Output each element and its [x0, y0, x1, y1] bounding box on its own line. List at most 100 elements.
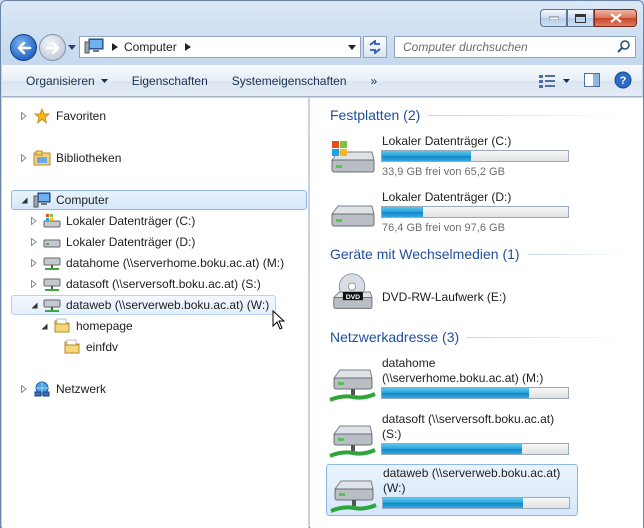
star-icon: [33, 108, 51, 124]
organize-menu[interactable]: Organisieren: [2, 66, 120, 96]
nav-homepage[interactable]: homepage: [39, 316, 133, 336]
usage-bar-fill: [383, 498, 523, 508]
explorer-window: Computer Organisieren Eigenschaften Syst…: [0, 0, 644, 528]
system-drive-icon: [331, 141, 375, 173]
expand-arrow-icon[interactable]: [19, 384, 29, 394]
minimize-button[interactable]: [540, 9, 567, 27]
usage-bar-fill: [382, 444, 522, 454]
mouse-pointer-icon: [272, 310, 286, 330]
network-tile-datahome[interactable]: datahome (\\serverhome.boku.ac.at) (M:): [326, 354, 578, 404]
chevron-down-icon: [348, 44, 356, 50]
back-button[interactable]: [10, 34, 37, 61]
maximize-button[interactable]: [567, 9, 594, 27]
close-button[interactable]: [594, 9, 637, 27]
address-bar[interactable]: Computer: [79, 36, 361, 58]
search-icon: [617, 39, 631, 56]
refresh-icon: [369, 40, 381, 54]
nav-datasoft[interactable]: datasoft (\\serversoft.boku.ac.at) (S:): [29, 274, 261, 294]
expand-arrow-icon[interactable]: [29, 216, 39, 226]
network-drive-icon: [43, 297, 61, 313]
expand-arrow-icon[interactable]: [19, 153, 29, 163]
group-removable-title: Geräte mit Wechselmedien (1): [330, 246, 520, 262]
breadcrumb-computer[interactable]: Computer: [124, 40, 177, 54]
datahome-name-line1: datahome: [382, 356, 436, 370]
nav-network-label: Netzwerk: [56, 382, 107, 396]
nav-datahome[interactable]: datahome (\\serverhome.boku.ac.at) (M:): [29, 253, 284, 273]
help-button[interactable]: ?: [614, 71, 632, 92]
nav-favorites-label: Favoriten: [56, 109, 107, 123]
network-drive-icon: [330, 480, 377, 513]
maximize-icon: [575, 13, 586, 23]
arrow-right-icon: [45, 41, 59, 54]
nav-drive-c[interactable]: Lokaler Datenträger (C:): [29, 211, 195, 231]
search-box[interactable]: [394, 36, 636, 58]
group-hard-disks-header[interactable]: Festplatten (2): [330, 107, 630, 123]
network-drive-icon: [43, 276, 61, 292]
more-label: »: [370, 74, 378, 88]
network-tile-dataweb[interactable]: dataweb (\\serverweb.boku.ac.at) (W:): [326, 464, 578, 516]
nav-network[interactable]: Netzwerk: [19, 379, 106, 399]
datahome-usage-bar: [381, 387, 569, 399]
group-network-title: Netzwerkadresse (3): [330, 329, 460, 345]
network-tile-datasoft[interactable]: datasoft (\\serversoft.boku.ac.at) (S:): [326, 410, 578, 460]
dvd-drive-name: DVD-RW-Laufwerk (E:): [382, 290, 507, 304]
nav-datahome-label: datahome (\\serverhome.boku.ac.at) (M:): [66, 256, 285, 270]
breadcrumb-chevron-icon[interactable]: [184, 43, 191, 51]
chevron-down-icon: [100, 79, 108, 83]
refresh-button[interactable]: [363, 36, 387, 58]
nav-computer[interactable]: Computer: [11, 190, 307, 210]
group-network-header[interactable]: Netzwerkadresse (3): [330, 329, 630, 345]
address-history-dropdown[interactable]: [344, 37, 360, 57]
nav-libraries-label: Bibliotheken: [56, 151, 122, 165]
nav-dataweb-label: dataweb (\\serverweb.boku.ac.at) (W:): [66, 298, 270, 312]
group-divider: [527, 253, 630, 255]
collapse-arrow-icon[interactable]: [29, 300, 39, 310]
usage-bar-fill: [382, 207, 423, 217]
dvd-badge: DVD: [346, 294, 360, 301]
nav-dataweb[interactable]: dataweb (\\serverweb.boku.ac.at) (W:): [11, 295, 276, 315]
computer-icon: [84, 38, 104, 57]
drive-d-usage-bar: [381, 206, 569, 218]
recent-pages-dropdown[interactable]: [67, 42, 77, 52]
arrow-left-icon: [17, 41, 31, 54]
network-drive-icon: [43, 255, 61, 271]
group-removable-header[interactable]: Geräte mit Wechselmedien (1): [330, 246, 630, 262]
nav-computer-label: Computer: [56, 193, 109, 207]
datasoft-name-line1: datasoft (\\serversoft.boku.ac.at): [382, 412, 555, 426]
folder-icon: [63, 339, 81, 355]
hard-drive-icon: [331, 205, 375, 227]
expand-arrow-icon[interactable]: [19, 111, 29, 121]
drive-tile-c[interactable]: Lokaler Datenträger (C:) 33,9 GB frei vo…: [326, 130, 578, 180]
nav-einfdv[interactable]: einfdv: [63, 337, 118, 357]
group-divider: [467, 336, 630, 338]
network-drive-icon: [329, 425, 376, 458]
nav-drive-d[interactable]: Lokaler Datenträger (D:): [29, 232, 195, 252]
drive-tile-dvd[interactable]: DVD DVD-RW-Laufwerk (E:): [326, 270, 578, 318]
chevron-down-icon: [563, 79, 570, 83]
drive-c-usage-bar: [381, 150, 569, 162]
chevron-down-icon: [68, 44, 76, 50]
system-properties-button[interactable]: Systemeigenschaften: [220, 66, 359, 96]
more-commands-button[interactable]: »: [359, 66, 390, 96]
system-drive-icon: [43, 213, 61, 229]
collapse-arrow-icon[interactable]: [19, 195, 29, 205]
minimize-icon: [548, 16, 559, 20]
expand-arrow-icon[interactable]: [29, 237, 39, 247]
nav-libraries[interactable]: Bibliotheken: [19, 148, 121, 168]
folder-icon: [53, 318, 71, 334]
preview-pane-icon: [584, 72, 600, 87]
svg-text:?: ?: [620, 75, 627, 87]
preview-pane-button[interactable]: [584, 72, 600, 90]
forward-button[interactable]: [39, 34, 66, 61]
expand-arrow-icon[interactable]: [29, 279, 39, 289]
properties-button[interactable]: Eigenschaften: [120, 66, 220, 96]
search-input[interactable]: [403, 40, 613, 54]
nav-favorites[interactable]: Favoriten: [19, 106, 106, 126]
nav-drive-c-label: Lokaler Datenträger (C:): [66, 214, 196, 228]
collapse-arrow-icon[interactable]: [39, 321, 49, 331]
expand-arrow-icon[interactable]: [29, 258, 39, 268]
drive-tile-d[interactable]: Lokaler Datenträger (D:) 76,4 GB frei vo…: [326, 190, 578, 240]
group-divider: [428, 114, 630, 116]
nav-homepage-label: homepage: [76, 319, 133, 333]
change-view-button[interactable]: [539, 74, 570, 88]
